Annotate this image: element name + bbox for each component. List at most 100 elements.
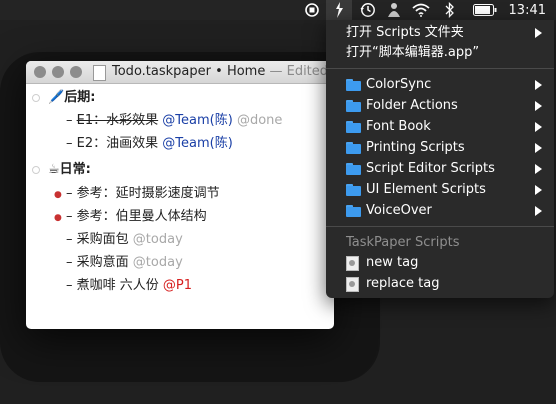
task-dash: – [66, 209, 73, 224]
minimize-window-button[interactable] [52, 66, 64, 78]
submenu-arrow-icon [535, 122, 542, 132]
task-row[interactable]: ● – 参考：伯里曼人体结构 [54, 208, 207, 226]
window-filename: Todo.taskpaper [112, 64, 211, 79]
project-handle[interactable] [32, 166, 40, 174]
task-dash: – [66, 278, 73, 293]
today-tag[interactable]: @today [133, 255, 183, 270]
menubar-clock[interactable]: 13:41 [509, 0, 546, 20]
task-row[interactable]: ● – 参考：延时摄影速度调节 [54, 185, 220, 203]
folder-icon [346, 100, 361, 112]
submenu-arrow-icon [535, 28, 542, 38]
submenu-arrow-icon [535, 143, 542, 153]
window-location: Home [226, 64, 266, 79]
menu-item-label: 打开 Scripts 文件夹 [346, 25, 464, 40]
task-dash: – [66, 113, 73, 128]
menu-item-folder[interactable]: Font Book [326, 116, 554, 137]
project-heading[interactable]: 🖊️后期: [48, 89, 95, 107]
task-row[interactable]: – 煮咖啡 六人份 @P1 [66, 277, 192, 295]
folder-icon [346, 142, 361, 154]
menu-item-label: ColorSync [366, 77, 432, 92]
title-bar[interactable]: Todo.taskpaper • Home — Edited [26, 61, 334, 84]
zoom-window-button[interactable] [70, 66, 82, 78]
task-text: E1：水彩效果 [76, 113, 159, 128]
task-row[interactable]: – E2：油画效果 @Team(陈) [66, 135, 233, 153]
script-menu-dropdown: 打开 Scripts 文件夹 打开“脚本编辑器.app” ColorSync F… [326, 20, 554, 298]
note-bullet-icon: ● [54, 213, 62, 223]
task-row[interactable]: – E1：水彩效果 @Team(陈) @done [66, 112, 282, 130]
menu-item-label: new tag [366, 255, 419, 270]
menu-item-folder[interactable]: Printing Scripts [326, 137, 554, 158]
menu-bar: 13:41 [0, 0, 556, 20]
menu-item-folder[interactable]: UI Element Scripts [326, 179, 554, 200]
menu-item-script[interactable]: replace tag [326, 273, 554, 294]
menu-item-label: 打开“脚本编辑器.app” [346, 45, 480, 60]
task-row[interactable]: – 采购意面 @today [66, 254, 183, 272]
menu-item-script[interactable]: new tag [326, 252, 554, 273]
folder-icon [346, 205, 361, 217]
task-text: 参考：伯里曼人体结构 [76, 209, 207, 224]
menu-item-folder[interactable]: ColorSync [326, 74, 554, 95]
task-dash: – [66, 136, 73, 151]
priority-tag[interactable]: @P1 [163, 278, 192, 293]
project-title: 后期: [64, 90, 96, 105]
menu-section-header: TaskPaper Scripts [326, 232, 554, 253]
menu-item-open-scripts-folder[interactable]: 打开 Scripts 文件夹 [326, 22, 554, 43]
task-text: E2：油画效果 [76, 136, 159, 151]
menu-separator [326, 226, 554, 227]
script-menu-icon[interactable] [326, 0, 352, 20]
user-icon[interactable] [382, 0, 406, 20]
team-tag[interactable]: @Team(陈) [162, 113, 233, 128]
task-text: 采购面包 [76, 232, 129, 247]
script-file-icon [346, 277, 359, 292]
wifi-icon[interactable] [408, 0, 434, 20]
folder-icon [346, 79, 361, 91]
note-bullet-icon: ● [54, 190, 62, 200]
bluetooth-icon[interactable] [440, 0, 460, 20]
document-icon [93, 65, 106, 81]
script-file-icon [346, 256, 359, 271]
submenu-arrow-icon [535, 206, 542, 216]
time-machine-icon[interactable] [356, 0, 380, 20]
task-dash: – [66, 232, 73, 247]
task-text: 煮咖啡 六人份 [76, 278, 159, 293]
window-title: Todo.taskpaper • Home — Edited [112, 64, 328, 79]
submenu-arrow-icon [535, 101, 542, 111]
task-dash: – [66, 186, 73, 201]
menu-item-label: Script Editor Scripts [366, 161, 495, 176]
today-tag[interactable]: @today [133, 232, 183, 247]
submenu-arrow-icon [535, 164, 542, 174]
menu-item-open-script-editor[interactable]: 打开“脚本编辑器.app” [326, 42, 554, 63]
task-dash: – [66, 255, 73, 270]
close-window-button[interactable] [34, 66, 46, 78]
project-title: 日常: [59, 162, 91, 177]
window-title-separator: • [215, 64, 223, 79]
task-text: 参考：延时摄影速度调节 [76, 186, 220, 201]
taskpaper-window: Todo.taskpaper • Home — Edited 🖊️后期: – E… [26, 61, 334, 329]
menu-item-folder[interactable]: Script Editor Scripts [326, 158, 554, 179]
done-tag[interactable]: @done [237, 113, 282, 128]
menu-item-label: VoiceOver [366, 203, 432, 218]
window-status: — Edited [269, 64, 329, 79]
menu-item-label: UI Element Scripts [366, 182, 486, 197]
task-text: 采购意面 [76, 255, 129, 270]
section-header-label: TaskPaper Scripts [346, 235, 460, 250]
team-tag[interactable]: @Team(陈) [162, 136, 233, 151]
coffee-icon: ☕ [48, 162, 60, 177]
menu-item-folder[interactable]: Folder Actions [326, 95, 554, 116]
menu-separator [326, 68, 554, 69]
battery-icon[interactable] [470, 0, 500, 20]
folder-icon [346, 121, 361, 133]
task-row[interactable]: – 采购面包 @today [66, 231, 183, 249]
menu-item-label: replace tag [366, 276, 440, 291]
project-handle[interactable] [32, 94, 40, 102]
project-heading[interactable]: ☕日常: [48, 161, 91, 179]
submenu-arrow-icon [535, 80, 542, 90]
menu-item-label: Folder Actions [366, 98, 458, 113]
folder-icon [346, 184, 361, 196]
folder-icon [346, 163, 361, 175]
menu-item-folder[interactable]: VoiceOver [326, 200, 554, 221]
stop-record-icon[interactable] [302, 0, 322, 20]
menu-item-label: Font Book [366, 119, 431, 134]
submenu-arrow-icon [535, 185, 542, 195]
menu-item-label: Printing Scripts [366, 140, 465, 155]
